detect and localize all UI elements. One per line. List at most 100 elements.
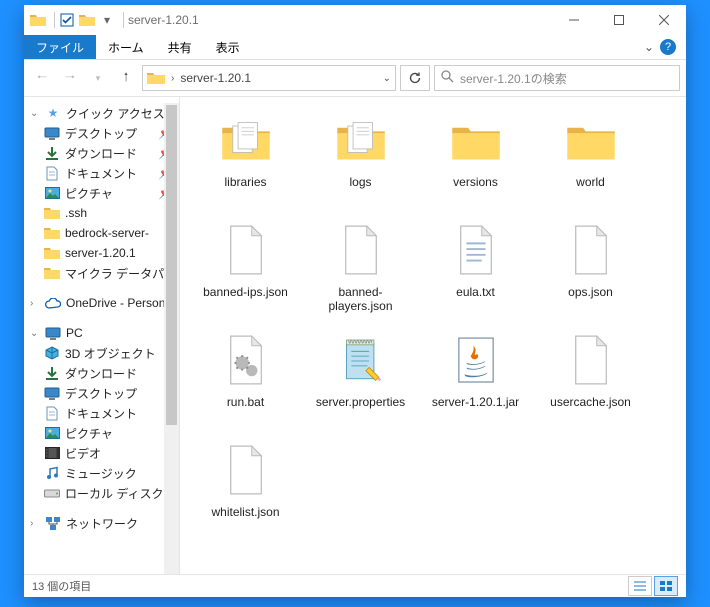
file-label: banned-players.json xyxy=(311,285,411,313)
tab-home[interactable]: ホーム xyxy=(96,35,156,59)
file-label: server.properties xyxy=(316,395,405,409)
forward-button[interactable]: 🠒 xyxy=(58,66,82,90)
pc-icon xyxy=(45,325,61,341)
download-icon xyxy=(44,145,60,161)
sidebar-item[interactable]: マイクラ データパッ xyxy=(24,263,179,283)
chevron-down-icon[interactable]: ⌄ xyxy=(30,108,40,119)
folder-icon xyxy=(559,111,623,171)
folder-icon xyxy=(444,111,508,171)
file-item[interactable]: server.properties xyxy=(303,329,418,439)
sidebar-item[interactable]: デスクトップ xyxy=(24,383,179,403)
sidebar-item[interactable]: bedrock-server- xyxy=(24,223,179,243)
sidebar-item[interactable]: ビデオ xyxy=(24,443,179,463)
address-dropdown-icon[interactable]: ⌄ xyxy=(383,73,391,84)
chevron-down-icon[interactable]: ⌄ xyxy=(30,328,40,339)
file-item[interactable]: run.bat xyxy=(188,329,303,439)
sidebar-scrollbar[interactable] xyxy=(164,103,179,574)
file-item[interactable]: eula.txt xyxy=(418,219,533,329)
sidebar-item[interactable]: .ssh xyxy=(24,203,179,223)
search-input[interactable]: server-1.20.1の検索 xyxy=(434,65,680,91)
view-large-icons-button[interactable] xyxy=(654,576,678,596)
file-item[interactable]: world xyxy=(533,109,648,219)
file-icon xyxy=(214,221,278,281)
sidebar-item[interactable]: ミュージック xyxy=(24,463,179,483)
file-label: libraries xyxy=(224,175,266,189)
file-pane[interactable]: libraries logs versions world banned-ips.jso… xyxy=(180,97,686,574)
file-label: run.bat xyxy=(227,395,264,409)
file-label: eula.txt xyxy=(456,285,495,299)
chevron-right-icon[interactable]: › xyxy=(30,518,40,529)
video-icon xyxy=(44,445,60,461)
file-item[interactable]: banned-players.json xyxy=(303,219,418,329)
qat-dropdown-icon[interactable]: ▾ xyxy=(99,12,115,28)
file-label: versions xyxy=(453,175,498,189)
tab-share[interactable]: 共有 xyxy=(156,35,204,59)
nav-row: 🠐 🠒 ▾ 🠑 › server-1.20.1 ⌄ server-1.20.1の… xyxy=(24,60,686,97)
titlebar[interactable]: ▾ server-1.20.1 xyxy=(24,5,686,35)
sidebar-item[interactable]: ダウンロード📌 xyxy=(24,143,179,163)
file-item[interactable]: versions xyxy=(418,109,533,219)
nav-pane[interactable]: ⌄ ★ クイック アクセス デスクトップ📌ダウンロード📌ドキュメント📌ピクチャ📌… xyxy=(24,97,180,574)
file-item[interactable]: logs xyxy=(303,109,418,219)
sidebar-item[interactable]: ピクチャ xyxy=(24,423,179,443)
refresh-button[interactable] xyxy=(400,65,430,91)
view-details-button[interactable] xyxy=(628,576,652,596)
file-item[interactable]: whitelist.json xyxy=(188,439,303,549)
folder-icon xyxy=(147,71,165,85)
file-label: server-1.20.1.jar xyxy=(432,395,519,409)
breadcrumb-chevron-icon[interactable]: › xyxy=(171,73,174,84)
sidebar-item[interactable]: ピクチャ📌 xyxy=(24,183,179,203)
file-icon xyxy=(559,221,623,281)
close-button[interactable] xyxy=(641,5,686,35)
maximize-button[interactable] xyxy=(596,5,641,35)
sidebar-item[interactable]: ダウンロード xyxy=(24,363,179,383)
file-item[interactable]: ops.json xyxy=(533,219,648,329)
folder-icon xyxy=(44,225,60,241)
tab-file[interactable]: ファイル xyxy=(24,35,96,59)
qat-newfolder-icon[interactable] xyxy=(79,12,95,28)
ribbon-help[interactable]: ⌄ ? xyxy=(632,35,686,59)
file-icon xyxy=(214,331,278,391)
sidebar-item[interactable]: ドキュメント📌 xyxy=(24,163,179,183)
recent-locations-dropdown[interactable]: ▾ xyxy=(86,66,110,90)
star-icon: ★ xyxy=(45,105,61,121)
qat-properties-icon[interactable] xyxy=(59,12,75,28)
sidebar-quick-access[interactable]: ⌄ ★ クイック アクセス xyxy=(24,103,179,123)
file-label: ops.json xyxy=(568,285,613,299)
sidebar-network[interactable]: › ネットワーク xyxy=(24,513,179,533)
file-item[interactable]: server-1.20.1.jar xyxy=(418,329,533,439)
sidebar-item[interactable]: デスクトップ📌 xyxy=(24,123,179,143)
sidebar-item[interactable]: ドキュメント xyxy=(24,403,179,423)
up-button[interactable]: 🠑 xyxy=(114,66,138,90)
breadcrumb[interactable]: server-1.20.1 xyxy=(180,71,376,85)
search-icon xyxy=(441,70,454,86)
file-icon xyxy=(559,331,623,391)
folder-icon xyxy=(44,265,60,281)
file-item[interactable]: usercache.json xyxy=(533,329,648,439)
file-item[interactable]: libraries xyxy=(188,109,303,219)
back-button[interactable]: 🠐 xyxy=(30,66,54,90)
explorer-window: ▾ server-1.20.1 ファイル ホーム 共有 表示 ⌄ ? 🠐 🠒 ▾… xyxy=(24,5,686,597)
file-label: whitelist.json xyxy=(211,505,279,519)
ribbon-tabs: ファイル ホーム 共有 表示 ⌄ ? xyxy=(24,35,686,60)
download-icon xyxy=(44,365,60,381)
sidebar-pc[interactable]: ⌄ PC xyxy=(24,323,179,343)
address-bar[interactable]: › server-1.20.1 ⌄ xyxy=(142,65,396,91)
minimize-button[interactable] xyxy=(551,5,596,35)
document-icon xyxy=(44,165,60,181)
file-icon xyxy=(444,331,508,391)
help-icon[interactable]: ? xyxy=(660,39,676,55)
file-label: logs xyxy=(349,175,371,189)
cloud-icon xyxy=(45,295,61,311)
chevron-right-icon[interactable]: › xyxy=(30,298,40,309)
network-icon xyxy=(45,515,61,531)
sidebar-item[interactable]: 3D オブジェクト xyxy=(24,343,179,363)
file-item[interactable]: banned-ips.json xyxy=(188,219,303,329)
chevron-down-icon: ⌄ xyxy=(644,40,654,54)
sidebar-item[interactable]: ローカル ディスク (C xyxy=(24,483,179,503)
sidebar-item[interactable]: server-1.20.1 xyxy=(24,243,179,263)
tab-view[interactable]: 表示 xyxy=(204,35,252,59)
status-bar: 13 個の項目 xyxy=(24,574,686,597)
folder-icon xyxy=(214,111,278,171)
sidebar-onedrive[interactable]: › OneDrive - Person xyxy=(24,293,179,313)
